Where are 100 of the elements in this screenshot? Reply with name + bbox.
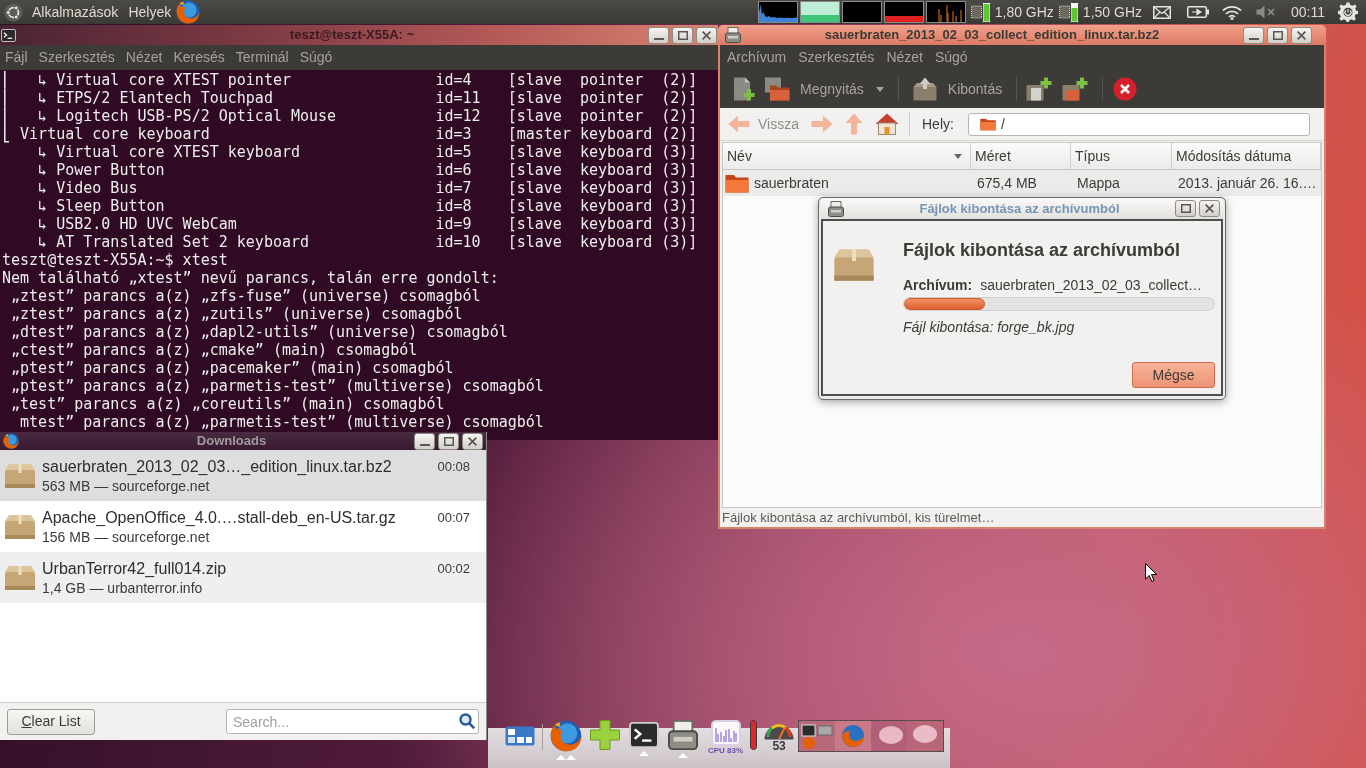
menu-item[interactable]: Fájl <box>5 47 28 68</box>
workspace-thumbnail-drawing[interactable] <box>907 721 944 751</box>
minimize-icon <box>1248 37 1259 40</box>
terminal-text: ⎣ <box>2 125 12 143</box>
column-header[interactable]: Név <box>723 143 971 169</box>
bar-chart-icon[interactable] <box>710 720 741 746</box>
running-indicator-icon <box>556 755 576 760</box>
menu-item[interactable]: Szerkesztés <box>38 47 115 68</box>
menu-item[interactable]: Nézet <box>125 47 163 68</box>
new-archive-button[interactable] <box>731 77 755 101</box>
window-title: teszt@teszt-X55A: ~ <box>289 26 415 45</box>
terminal-line: „ctest” parancs a(z) „cmake” (main) csomagból <box>11 341 418 359</box>
muted-speaker-icon[interactable] <box>1256 5 1276 19</box>
workspace-thumbnail-drawing[interactable] <box>835 721 872 751</box>
terminal-text: id=8 <box>435 197 472 215</box>
terminal-icon[interactable] <box>629 722 659 748</box>
terminal-text: [master keyboard (2)] <box>507 125 698 143</box>
open-button[interactable]: Megnyitás <box>764 77 864 101</box>
menu-item[interactable]: Súgó <box>934 47 968 68</box>
logo-icon[interactable] <box>4 2 23 22</box>
box-arrow-icon <box>912 77 937 101</box>
clock-text[interactable]: 00:11 <box>1291 1 1325 23</box>
download-item[interactable]: sauerbraten_2013_02_03…_edition_linux.tar.bz2 563 MB — sourceforge.net 00:08 <box>0 450 486 501</box>
minimize-button[interactable] <box>648 26 669 44</box>
close-icon <box>468 436 477 446</box>
terminal-text: ↳ ETPS/2 Elantech Touchpad <box>38 89 273 107</box>
chip-icon[interactable] <box>970 1 991 23</box>
mouse-pointer-icon <box>1145 563 1157 582</box>
download-time: 00:08 <box>437 459 470 474</box>
folder-icon <box>725 173 749 193</box>
thermometer-icon[interactable] <box>750 720 758 750</box>
column-header[interactable]: Méret <box>971 143 1071 169</box>
sort-caret-icon <box>954 153 962 159</box>
menu-item[interactable]: Archívum <box>727 47 787 68</box>
minimize-button[interactable] <box>414 432 435 450</box>
menu-item[interactable]: Helyek <box>128 2 172 22</box>
home-button[interactable] <box>875 113 899 135</box>
maximize-button[interactable] <box>672 26 693 44</box>
frequency-text: 1,50 GHz <box>1082 2 1142 22</box>
maximize-icon <box>1272 30 1283 40</box>
add-files-button[interactable] <box>1026 77 1053 101</box>
close-button[interactable] <box>462 432 483 450</box>
column-header[interactable]: Módosítás dátuma <box>1172 143 1321 169</box>
maximize-button[interactable] <box>1175 200 1196 217</box>
left-arrow-icon <box>728 115 750 133</box>
power-icon[interactable] <box>1338 2 1358 22</box>
download-item[interactable]: UrbanTerror42_full014.zip 1,4 GB — urbanterror.info 00:02 <box>0 552 486 603</box>
terminal-line: „ptest” parancs a(z) „parmetis-test” (multiverse) csomagból <box>11 377 544 395</box>
right-arrow-icon <box>811 115 833 133</box>
frequency-text: 1,80 GHz <box>994 2 1054 22</box>
clear-list-button[interactable]: Clear List <box>7 708 95 735</box>
window-grid-icon[interactable] <box>505 726 535 746</box>
globe-icon <box>3 433 19 449</box>
menu-item[interactable]: Terminál <box>235 47 289 68</box>
file-row[interactable]: sauerbraten 675,4 MB Mappa 2013. január 26. 16.… <box>723 170 1321 196</box>
workspace-thumbnail-drawing[interactable] <box>871 721 908 751</box>
search-field[interactable]: Search... <box>226 709 479 734</box>
terminal-text: ↳ Power Button <box>38 161 165 179</box>
menu-item[interactable]: Alkalmazások <box>32 2 119 22</box>
download-time: 00:02 <box>437 561 470 576</box>
chip-icon[interactable] <box>1058 1 1079 23</box>
package-icon <box>4 513 36 540</box>
file-name: UrbanTerror42_full014.zip <box>42 558 227 578</box>
menu-item[interactable]: Súgó <box>299 47 333 68</box>
close-button[interactable] <box>1291 26 1312 44</box>
download-details: 563 MB — sourceforge.net <box>42 477 210 495</box>
printer-icon[interactable] <box>668 720 698 750</box>
mail-icon[interactable] <box>1153 5 1171 19</box>
globe-icon[interactable] <box>550 720 582 752</box>
wifi-icon[interactable] <box>1222 4 1242 20</box>
file-size: 675,4 MB <box>977 174 1037 191</box>
workspace-thumbnail-drawing[interactable] <box>799 721 836 751</box>
terminal-text: [slave pointer (2)] <box>507 107 698 125</box>
graph-icon <box>925 1 966 23</box>
menu-item[interactable]: Keresés <box>173 47 225 68</box>
plus-icon[interactable] <box>590 720 620 750</box>
package-icon <box>4 564 36 591</box>
graph-icon <box>757 1 798 23</box>
close-button[interactable] <box>696 26 717 44</box>
location-field[interactable]: / <box>967 112 1310 136</box>
window-title: Downloads <box>196 432 267 451</box>
column-header[interactable]: Típus <box>1071 143 1172 169</box>
menu-item[interactable]: Szerkesztés <box>798 47 875 68</box>
dropdown-button[interactable] <box>875 86 884 92</box>
terminal-line: Nem található „xtest” nevű parancs, talán erre gondolt: <box>2 269 499 287</box>
terminal-line: „ztest” parancs a(z) „zfs-fuse” (universe) csomagból <box>11 287 481 305</box>
add-folder-button[interactable] <box>1062 77 1089 101</box>
archive-label: Archívum: <box>903 275 973 295</box>
globe-icon[interactable] <box>176 0 201 24</box>
terminal-text: id=11 <box>435 89 481 107</box>
battery-icon[interactable] <box>1187 6 1209 18</box>
menu-item[interactable]: Nézet <box>886 47 923 68</box>
maximize-button[interactable] <box>438 432 459 450</box>
maximize-button[interactable] <box>1267 26 1288 44</box>
extract-button[interactable]: Kibontás <box>912 77 1003 101</box>
stop-button[interactable] <box>1113 77 1138 101</box>
close-button[interactable] <box>1199 200 1220 217</box>
minimize-button[interactable] <box>1243 26 1264 44</box>
cpu-usage-label: CPU 83% <box>708 746 744 755</box>
cancel-button[interactable]: Mégse <box>1132 362 1215 388</box>
